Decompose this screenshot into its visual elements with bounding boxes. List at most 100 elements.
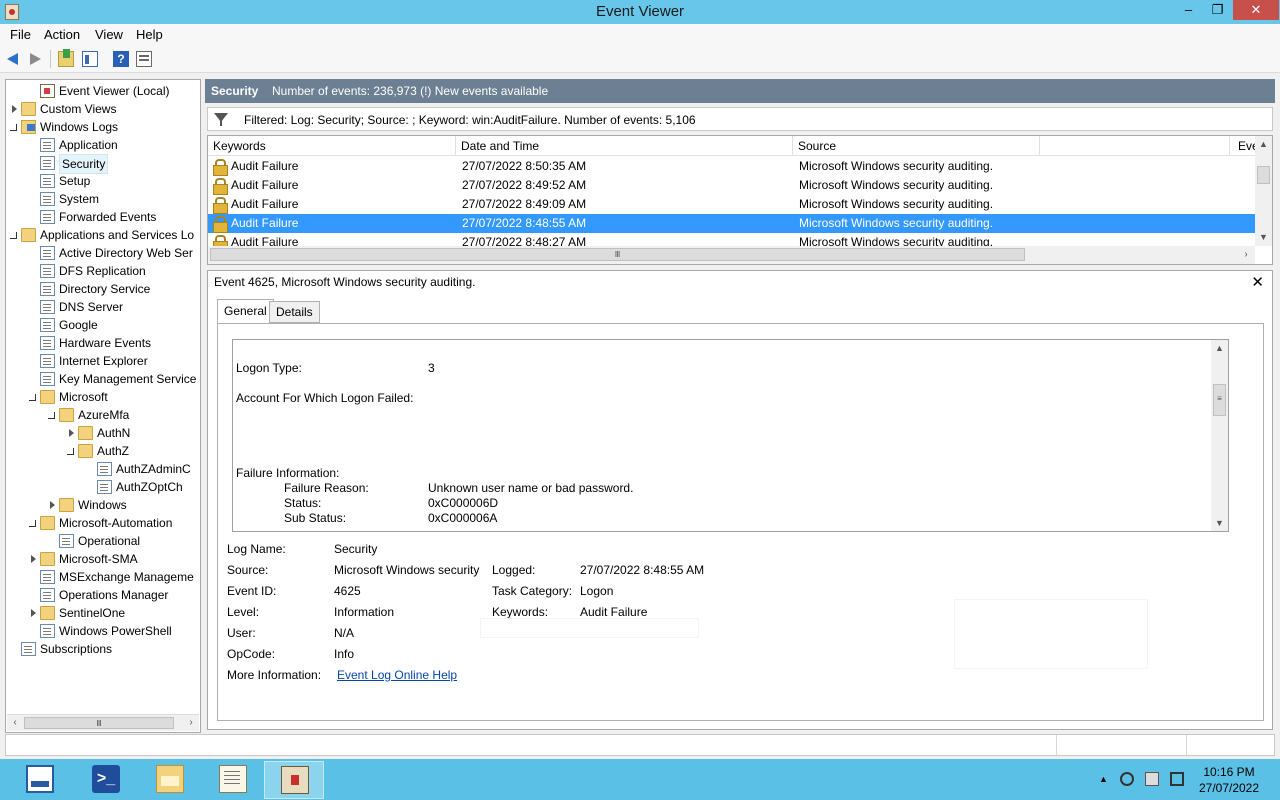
event-description[interactable]: Logon Type: 3 Account For Which Logon Fa… xyxy=(232,339,1229,532)
event-id-value: 4625 xyxy=(334,584,361,598)
event-log-online-help-link[interactable]: Event Log Online Help xyxy=(337,668,457,682)
tree-item[interactable]: Internet Explorer xyxy=(6,352,200,370)
show-hide-console-tree-icon[interactable] xyxy=(82,51,98,67)
taskbar-clock[interactable]: 10:16 PM 27/07/2022 xyxy=(1194,764,1264,796)
tree-item[interactable]: DFS Replication xyxy=(6,262,200,280)
tree-item[interactable]: AuthZAdminC xyxy=(6,460,200,478)
taskbar-server-manager[interactable] xyxy=(10,761,70,799)
menu-action[interactable]: Action xyxy=(44,27,80,42)
collapse-arrow-icon[interactable] xyxy=(10,231,18,239)
show-action-pane-icon[interactable] xyxy=(136,51,152,67)
tree-item[interactable]: Setup xyxy=(6,172,200,190)
expand-arrow-icon[interactable] xyxy=(10,105,18,113)
tree-item[interactable]: AzureMfa xyxy=(6,406,200,424)
menu-file[interactable]: File xyxy=(10,27,31,42)
taskbar-powershell[interactable]: >_ xyxy=(76,761,136,799)
help-icon[interactable]: ? xyxy=(113,51,129,67)
tree-item[interactable]: Microsoft-Automation xyxy=(6,514,200,532)
tree-item[interactable]: Forwarded Events xyxy=(6,208,200,226)
column-header-date-time[interactable]: Date and Time xyxy=(456,136,793,156)
minimize-button[interactable]: – xyxy=(1175,0,1202,20)
scroll-right-icon[interactable]: › xyxy=(183,715,199,731)
column-header-event-id[interactable]: Eve xyxy=(1230,136,1255,156)
column-header-blank[interactable] xyxy=(1040,136,1230,156)
tree-item[interactable]: Security xyxy=(6,154,200,174)
collapse-arrow-icon[interactable] xyxy=(10,123,18,131)
expand-arrow-icon[interactable] xyxy=(48,501,56,509)
collapse-arrow-icon[interactable] xyxy=(29,519,37,527)
folder-icon xyxy=(59,498,74,512)
tree-item[interactable]: AuthN xyxy=(6,424,200,442)
back-arrow-icon[interactable] xyxy=(5,51,21,67)
close-window-button[interactable]: ✕ xyxy=(1233,0,1279,20)
tree-item[interactable]: Windows xyxy=(6,496,200,514)
collapse-arrow-icon[interactable] xyxy=(29,393,37,401)
tree-item[interactable]: MSExchange Manageme xyxy=(6,568,200,586)
scroll-thumb[interactable] xyxy=(1257,166,1270,184)
scroll-down-icon[interactable]: ▼ xyxy=(1255,229,1272,245)
expand-arrow-icon[interactable] xyxy=(67,429,75,437)
tree-item[interactable]: Subscriptions xyxy=(6,640,200,658)
tree-item[interactable]: Custom Views xyxy=(6,100,200,118)
maximize-button[interactable]: ❐ xyxy=(1204,0,1231,20)
status-label: Status: xyxy=(284,496,322,510)
forward-arrow-icon[interactable] xyxy=(27,51,43,67)
table-row[interactable]: Audit Failure 27/07/2022 8:49:52 AM Micros… xyxy=(208,176,1255,195)
close-icon[interactable]: ✕ xyxy=(1251,273,1264,291)
scroll-left-icon[interactable]: ‹ xyxy=(7,715,23,731)
taskbar-event-viewer[interactable] xyxy=(264,761,324,799)
scroll-thumb[interactable]: ≡ xyxy=(1213,384,1226,416)
column-header-source[interactable]: Source xyxy=(793,136,1040,156)
show-hidden-icons-arrow[interactable]: ▲ xyxy=(1099,774,1108,784)
expand-arrow-icon[interactable] xyxy=(29,609,37,617)
tab-details[interactable]: Details xyxy=(269,301,320,323)
collapse-arrow-icon[interactable] xyxy=(67,447,75,455)
scroll-thumb[interactable]: Ⅲ xyxy=(210,248,1025,261)
collapse-arrow-icon[interactable] xyxy=(48,411,56,419)
tree-item[interactable]: Windows Logs xyxy=(6,118,200,136)
tree-item[interactable]: AuthZOptCh xyxy=(6,478,200,496)
scroll-up-icon[interactable]: ▲ xyxy=(1211,340,1228,356)
tree-item[interactable]: SentinelOne xyxy=(6,604,200,622)
tree-item[interactable]: DNS Server xyxy=(6,298,200,316)
tree-item[interactable]: Key Management Service xyxy=(6,370,200,388)
tree-item[interactable]: Microsoft xyxy=(6,388,200,406)
tree-item[interactable]: Application xyxy=(6,136,200,154)
tree-item[interactable]: Event Viewer (Local) xyxy=(6,82,200,100)
action-center-icon[interactable] xyxy=(1145,772,1159,786)
tree-item[interactable]: Operational xyxy=(6,532,200,550)
table-row[interactable]: Audit Failure 27/07/2022 8:50:35 AM Micros… xyxy=(208,157,1255,176)
scroll-thumb[interactable]: Ⅲ xyxy=(24,717,174,729)
tree-item[interactable]: Google xyxy=(6,316,200,334)
grid-horizontal-scrollbar[interactable]: Ⅲ › xyxy=(208,246,1255,264)
column-header-keywords[interactable]: Keywords xyxy=(208,136,456,156)
taskbar-notepad[interactable] xyxy=(203,761,263,799)
tree-item[interactable]: Hardware Events xyxy=(6,334,200,352)
tree-item[interactable]: Microsoft-SMA xyxy=(6,550,200,568)
expand-arrow-icon[interactable] xyxy=(29,555,37,563)
tree-item[interactable]: Windows PowerShell xyxy=(6,622,200,640)
display-icon[interactable] xyxy=(1170,772,1184,786)
tree-item[interactable]: Operations Manager xyxy=(6,586,200,604)
table-row[interactable]: Audit Failure 27/07/2022 8:49:09 AM Micros… xyxy=(208,195,1255,214)
up-folder-icon[interactable] xyxy=(58,49,74,67)
tree-item-label: Microsoft xyxy=(59,390,108,404)
tree-horizontal-scrollbar[interactable]: ‹ Ⅲ › xyxy=(7,714,199,731)
network-icon[interactable] xyxy=(1120,772,1134,786)
folder-icon xyxy=(40,516,55,530)
menu-view[interactable]: View xyxy=(95,27,123,42)
tree-item[interactable]: Active Directory Web Ser xyxy=(6,244,200,262)
grid-vertical-scrollbar[interactable]: ▲ ▼ xyxy=(1255,136,1272,246)
scroll-up-icon[interactable]: ▲ xyxy=(1255,136,1272,152)
table-row[interactable]: Audit Failure 27/07/2022 8:48:55 AM Micros… xyxy=(208,214,1255,233)
tree-item[interactable]: Directory Service xyxy=(6,280,200,298)
tree-item[interactable]: System xyxy=(6,190,200,208)
scroll-down-icon[interactable]: ▼ xyxy=(1211,515,1228,531)
taskbar-file-explorer[interactable] xyxy=(140,761,200,799)
description-scrollbar[interactable]: ▲ ≡ ▼ xyxy=(1211,340,1228,531)
scroll-right-icon[interactable]: › xyxy=(1238,246,1254,264)
tab-general[interactable]: General xyxy=(217,299,274,323)
tree-item[interactable]: Applications and Services Lo xyxy=(6,226,200,244)
menu-help[interactable]: Help xyxy=(136,27,163,42)
tree-item[interactable]: AuthZ xyxy=(6,442,200,460)
